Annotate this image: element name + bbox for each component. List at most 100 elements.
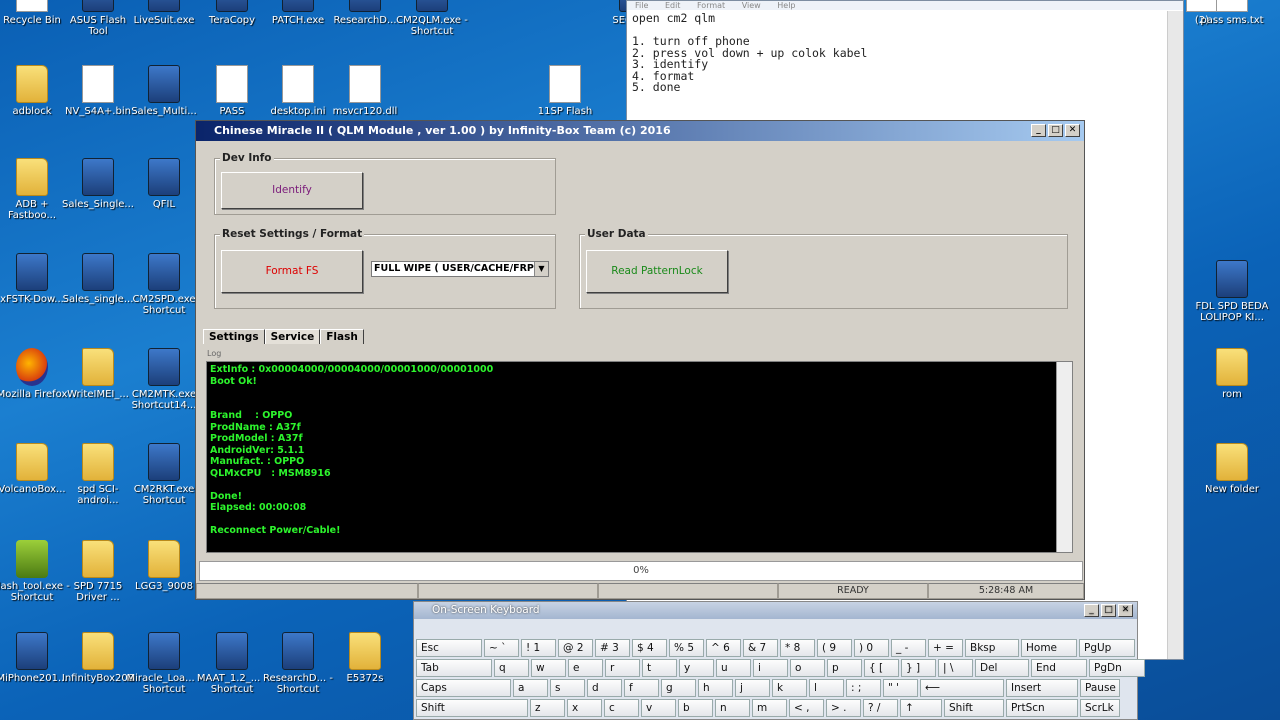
tab-service[interactable]: Service	[264, 329, 321, 344]
menu-view[interactable]: View	[742, 1, 761, 10]
menu-edit[interactable]: Edit	[665, 1, 681, 10]
desktop-icon[interactable]: CM2SPD.exe Shortcut	[125, 253, 203, 316]
desktop-icon[interactable]: CM2RKT.exe Shortcut	[125, 443, 203, 506]
osk-key[interactable]: + =	[928, 639, 963, 657]
close-button[interactable]: ✕	[1065, 124, 1080, 137]
osk-key[interactable]: h	[698, 679, 733, 697]
tab-flash[interactable]: Flash	[320, 329, 364, 344]
desktop-icon[interactable]: LiveSuit.exe	[125, 0, 203, 26]
osk-key[interactable]: a	[513, 679, 548, 697]
osk-key[interactable]: x	[567, 699, 602, 717]
osk-key[interactable]: w	[531, 659, 566, 677]
osk-key[interactable]: > .	[826, 699, 861, 717]
log-scrollbar[interactable]	[1056, 362, 1072, 552]
osk-key[interactable]: End	[1031, 659, 1087, 677]
osk-key[interactable]: n	[715, 699, 750, 717]
cm2-titlebar[interactable]: Chinese Miracle II ( QLM Module , ver 1.…	[196, 121, 1084, 141]
osk-key[interactable]: u	[716, 659, 751, 677]
osk-key[interactable]: # 3	[595, 639, 630, 657]
osk-key[interactable]: Shift	[944, 699, 1004, 717]
maximize-button[interactable]: □	[1048, 124, 1063, 137]
read-patternlock-button[interactable]: Read PatternLock	[586, 250, 728, 293]
osk-key[interactable]: j	[735, 679, 770, 697]
osk-key[interactable]: Pause	[1080, 679, 1120, 697]
osk-key[interactable]: k	[772, 679, 807, 697]
osk-titlebar[interactable]: On-Screen Keyboard _ □ ✕	[414, 602, 1137, 619]
desktop-icon[interactable]: 11SP Flash	[526, 65, 604, 117]
desktop-icon[interactable]: LGG3_9008	[125, 540, 203, 592]
osk-key[interactable]: q	[494, 659, 529, 677]
osk-key[interactable]: e	[568, 659, 603, 677]
wipe-mode-select[interactable]: FULL WIPE ( USER/CACHE/FRP ) ▼	[371, 261, 549, 277]
osk-key[interactable]: t	[642, 659, 677, 677]
osk-key[interactable]: * 8	[780, 639, 815, 657]
desktop-icon[interactable]: CM2MTK.exe Shortcut14...	[125, 348, 203, 411]
chevron-down-icon[interactable]: ▼	[534, 262, 548, 276]
osk-key[interactable]: Insert	[1006, 679, 1078, 697]
osk-key[interactable]: ? /	[863, 699, 898, 717]
osk-key[interactable]: " '	[883, 679, 918, 697]
tab-settings[interactable]: Settings	[203, 329, 265, 344]
osk-key[interactable]: < ,	[789, 699, 824, 717]
osk-key[interactable]: Shift	[416, 699, 528, 717]
osk-key[interactable]: i	[753, 659, 788, 677]
osk-key[interactable]: } ]	[901, 659, 936, 677]
osk-key[interactable]: l	[809, 679, 844, 697]
osk-key[interactable]: s	[550, 679, 585, 697]
osk-key[interactable]: Caps	[416, 679, 511, 697]
osk-key[interactable]: PgUp	[1079, 639, 1135, 657]
osk-key[interactable]: & 7	[743, 639, 778, 657]
osk-key[interactable]: z	[530, 699, 565, 717]
osk-key[interactable]: ) 0	[854, 639, 889, 657]
desktop-icon[interactable]: CM2QLM.exe - Shortcut	[393, 0, 471, 37]
osk-key[interactable]: d	[587, 679, 622, 697]
osk-key[interactable]: ! 1	[521, 639, 556, 657]
desktop-icon[interactable]: QFIL	[125, 158, 203, 210]
osk-key[interactable]: ⟵	[920, 679, 1004, 697]
osk-key[interactable]: Esc	[416, 639, 482, 657]
osk-key[interactable]: { [	[864, 659, 899, 677]
osk-key[interactable]: PrtScn	[1006, 699, 1078, 717]
osk-close-button[interactable]: ✕	[1118, 604, 1133, 617]
osk-key[interactable]: ↑	[900, 699, 942, 717]
osk-key[interactable]: | \	[938, 659, 973, 677]
notepad-text[interactable]: open cm2 qlm 1. turn off phone 2. press …	[627, 10, 1183, 97]
identify-button[interactable]: Identify	[221, 172, 363, 209]
osk-key[interactable]: y	[679, 659, 714, 677]
osk-key[interactable]: g	[661, 679, 696, 697]
menu-help[interactable]: Help	[777, 1, 795, 10]
osk-key[interactable]: ~ `	[484, 639, 519, 657]
desktop-icon[interactable]: Sales_Multi...	[125, 65, 203, 117]
menu-file[interactable]: File	[635, 1, 648, 10]
osk-key[interactable]: ScrLk	[1080, 699, 1120, 717]
desktop-icon[interactable]: FDL SPD BEDA LOLIPOP KI...	[1193, 260, 1271, 323]
osk-key[interactable]: PgDn	[1089, 659, 1145, 677]
desktop-icon[interactable]: New folder	[1193, 443, 1271, 495]
osk-key[interactable]: _ -	[891, 639, 926, 657]
desktop-icon[interactable]: Miracle_Loa... - Shortcut	[125, 632, 203, 695]
osk-key[interactable]: Del	[975, 659, 1029, 677]
osk-key[interactable]: Tab	[416, 659, 492, 677]
osk-key[interactable]: $ 4	[632, 639, 667, 657]
format-fs-button[interactable]: Format FS	[221, 250, 363, 293]
osk-key[interactable]: b	[678, 699, 713, 717]
osk-key[interactable]: % 5	[669, 639, 704, 657]
osk-key[interactable]: Bksp	[965, 639, 1019, 657]
osk-maximize-button[interactable]: □	[1101, 604, 1116, 617]
osk-key[interactable]: ^ 6	[706, 639, 741, 657]
minimize-button[interactable]: _	[1031, 124, 1046, 137]
osk-key[interactable]: o	[790, 659, 825, 677]
desktop-icon[interactable]: E5372s	[326, 632, 404, 684]
osk-key[interactable]: r	[605, 659, 640, 677]
osk-key[interactable]: @ 2	[558, 639, 593, 657]
osk-key[interactable]: : ;	[846, 679, 881, 697]
log-console[interactable]: ExtInfo : 0x00004000/00004000/00001000/0…	[206, 361, 1073, 553]
menu-format[interactable]: Format	[697, 1, 725, 10]
osk-key[interactable]: p	[827, 659, 862, 677]
osk-key[interactable]: f	[624, 679, 659, 697]
desktop-icon[interactable]: pass sms.txt	[1193, 0, 1271, 26]
desktop-icon[interactable]: rom	[1193, 348, 1271, 400]
osk-key[interactable]: ( 9	[817, 639, 852, 657]
osk-minimize-button[interactable]: _	[1084, 604, 1099, 617]
osk-key[interactable]: c	[604, 699, 639, 717]
